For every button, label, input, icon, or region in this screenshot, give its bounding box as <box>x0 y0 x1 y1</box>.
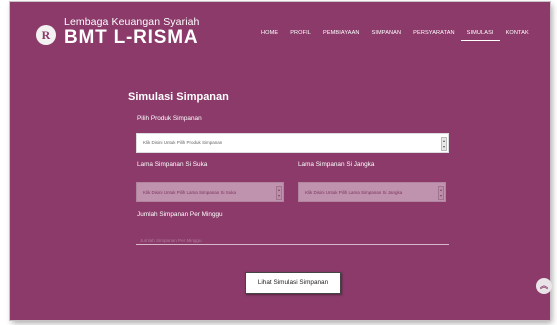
nav-simpanan[interactable]: SIMPANAN <box>366 29 408 41</box>
jumlah-input-placeholder: Jumlah Simpanan Per Minggu <box>140 238 202 243</box>
select-arrows-icon: ▴ ▾ <box>438 186 444 200</box>
logo: R <box>36 25 56 45</box>
brand-subtitle: Lembaga Keuangan Syariah <box>64 15 200 28</box>
produk-select[interactable]: Klik Disini Untuk Pilih Produk Simpanan … <box>136 133 449 153</box>
logo-letter: R <box>41 28 51 42</box>
produk-label: Pilih Produk Simpanan <box>137 115 202 122</box>
nav-pembiayaan[interactable]: PEMBIAYAAN <box>317 29 366 41</box>
nav-kontak[interactable]: KONTAK <box>500 29 535 41</box>
suka-select[interactable]: Klik Disini Untuk Pilih Lama Simpanan Si… <box>136 182 284 202</box>
select-arrows-icon: ▴ ▾ <box>441 137 447 151</box>
jangka-select-placeholder: Klik Disini Untuk Pilih Lama Simpanan Si… <box>305 190 403 195</box>
suka-select-placeholder: Klik Disini Untuk Pilih Lama Simpanan Si… <box>143 190 237 195</box>
main-nav: HOME PROFIL PEMBIAYAAN SIMPANAN PERSYARA… <box>255 29 535 41</box>
nav-profil[interactable]: PROFIL <box>284 29 317 41</box>
page-frame: R Lembaga Keuangan Syariah BMT L-RISMA H… <box>10 2 552 320</box>
nav-simulasi[interactable]: SIMULASI <box>460 29 500 41</box>
nav-home[interactable]: HOME <box>255 29 284 41</box>
lihat-simulasi-button[interactable]: Lihat Simulasi Simpanan <box>245 272 341 294</box>
suka-label: Lama Simpanan Si Suka <box>137 161 208 168</box>
jangka-select[interactable]: Klik Disini Untuk Pilih Lama Simpanan Si… <box>298 182 446 202</box>
brand-text: Lembaga Keuangan Syariah BMT L-RISMA <box>64 17 200 48</box>
jumlah-input[interactable]: Jumlah Simpanan Per Minggu <box>136 225 449 245</box>
jumlah-label: Jumlah Simpanan Per Minggu <box>137 211 223 218</box>
select-arrows-icon: ▴ ▾ <box>276 186 282 200</box>
produk-select-value: Klik Disini Untuk Pilih Produk Simpanan <box>143 140 223 145</box>
double-chevron-up-icon[interactable]: ︽ <box>536 278 552 294</box>
brand[interactable]: R Lembaga Keuangan Syariah BMT L-RISMA <box>36 12 200 52</box>
nav-persyaratan[interactable]: PERSYARATAN <box>407 29 461 41</box>
brand-title: BMT L-RISMA <box>64 27 199 49</box>
jangka-label: Lama Simpanan Si Jangka <box>298 161 375 168</box>
simulation-form: Simulasi Simpanan Pilih Produk Simpanan … <box>128 91 454 294</box>
form-title: Simulasi Simpanan <box>128 91 229 103</box>
